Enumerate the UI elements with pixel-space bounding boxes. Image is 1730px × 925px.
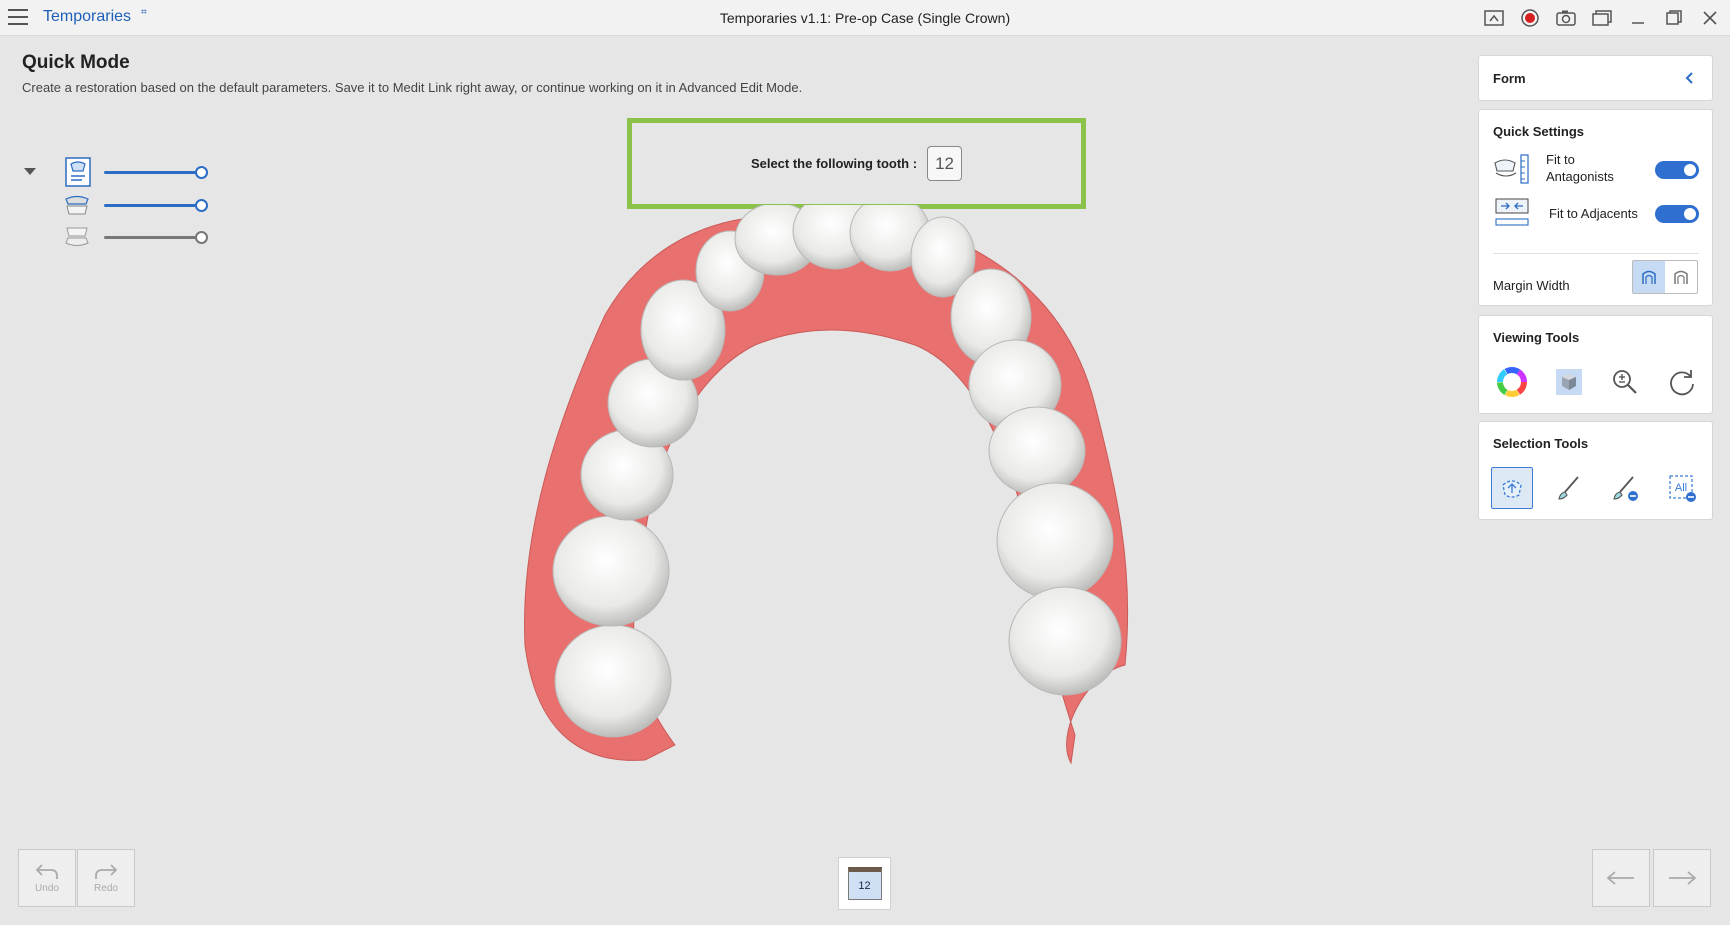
antagonist-opacity-slider[interactable]: [104, 231, 208, 244]
fit-to-antagonists-label: Fit to Antagonists: [1546, 152, 1614, 184]
viewing-tools-panel: Viewing Tools: [1478, 315, 1713, 414]
screenshot-icon[interactable]: [1552, 6, 1580, 30]
capture-window-icon[interactable]: [1480, 6, 1508, 30]
arrow-right-icon: [1669, 871, 1697, 885]
quick-settings-panel: Quick Settings Fit to Antagonists Fit to…: [1478, 109, 1713, 306]
title-bar: Temporaries ⌗ Temporaries v1.1: Pre-op C…: [0, 0, 1730, 36]
redo-button[interactable]: Redo: [77, 849, 135, 907]
viewing-tools-title: Viewing Tools: [1493, 330, 1580, 345]
redo-icon: [95, 863, 118, 879]
fit-to-adjacents-icon: [1493, 195, 1531, 234]
previous-step-button[interactable]: [1592, 849, 1650, 907]
multi-window-icon[interactable]: [1588, 6, 1616, 30]
collapse-panel-chevron-icon[interactable]: [1682, 70, 1698, 86]
antagonist-layer-icon[interactable]: [64, 226, 90, 253]
tooth-selection-prompt: Select the following tooth : 12: [627, 118, 1086, 209]
reset-view-icon[interactable]: [1661, 361, 1703, 403]
minimize-icon[interactable]: [1624, 6, 1652, 30]
undo-icon: [35, 863, 58, 879]
undo-button[interactable]: Undo: [18, 849, 76, 907]
tooth-tab-label: 12: [847, 867, 882, 900]
hamburger-menu-icon[interactable]: [8, 9, 28, 27]
smart-select-icon[interactable]: [1491, 467, 1533, 509]
app-name[interactable]: Temporaries: [43, 8, 131, 26]
fit-to-antagonists-icon: [1493, 153, 1531, 190]
brush-icon[interactable]: [1548, 467, 1590, 509]
tooth-number-badge: 12: [927, 146, 963, 181]
undo-label: Undo: [35, 882, 59, 894]
all-label: All: [1675, 482, 1687, 494]
window-title: Temporaries v1.1: Pre-op Case (Single Cr…: [719, 10, 1011, 26]
color-wheel-icon[interactable]: [1491, 361, 1533, 403]
selection-tools-panel: Selection Tools All: [1478, 421, 1713, 520]
fit-to-adjacents-row: Fit to Adjacents: [1493, 195, 1699, 231]
selection-tools-title: Selection Tools: [1493, 436, 1589, 451]
page-title: Quick Mode: [22, 52, 130, 73]
restoration-layer-icon[interactable]: [64, 157, 92, 192]
close-icon[interactable]: [1696, 6, 1724, 30]
divider: [1493, 253, 1699, 254]
margin-width-label: Margin Width: [1493, 278, 1570, 293]
collapse-arrow-icon[interactable]: [24, 168, 36, 175]
dental-arch-model[interactable]: [515, 192, 1215, 765]
redo-label: Redo: [94, 882, 118, 894]
layer-row-antagonist: [22, 227, 222, 257]
restoration-opacity-slider[interactable]: [104, 166, 208, 179]
record-icon[interactable]: [1516, 6, 1544, 30]
margin-width-selector: [1632, 260, 1698, 294]
quick-settings-title: Quick Settings: [1493, 124, 1585, 139]
app-logo-mark-icon: ⌗: [141, 7, 147, 18]
form-panel: Form: [1478, 55, 1713, 101]
fit-to-antagonists-toggle[interactable]: [1655, 161, 1699, 179]
margin-width-wide-button[interactable]: [1665, 261, 1697, 293]
page-description: Create a restoration based on the defaul…: [22, 80, 803, 95]
maximize-icon[interactable]: [1660, 6, 1688, 30]
deselect-all-icon[interactable]: All: [1661, 467, 1703, 509]
margin-width-narrow-button[interactable]: [1633, 261, 1665, 293]
fit-to-antagonists-row: Fit to Antagonists: [1493, 151, 1699, 187]
next-step-button[interactable]: [1653, 849, 1711, 907]
scan-opacity-slider[interactable]: [104, 199, 208, 212]
fit-to-adjacents-label: Fit to Adjacents: [1549, 206, 1638, 221]
scan-layer-icon[interactable]: [64, 194, 90, 221]
zoom-icon[interactable]: [1604, 361, 1646, 403]
fit-to-adjacents-toggle[interactable]: [1655, 205, 1699, 223]
arrow-left-icon: [1606, 871, 1634, 885]
tooth-tab-12[interactable]: 12: [838, 857, 891, 910]
instruction-label: Select the following tooth :: [750, 156, 918, 171]
brush-deselect-icon[interactable]: [1604, 467, 1646, 509]
layer-row-scan: [22, 194, 222, 224]
form-title: Form: [1493, 71, 1526, 86]
cube-view-icon[interactable]: [1548, 361, 1590, 403]
layer-row-restoration: [22, 157, 222, 188]
